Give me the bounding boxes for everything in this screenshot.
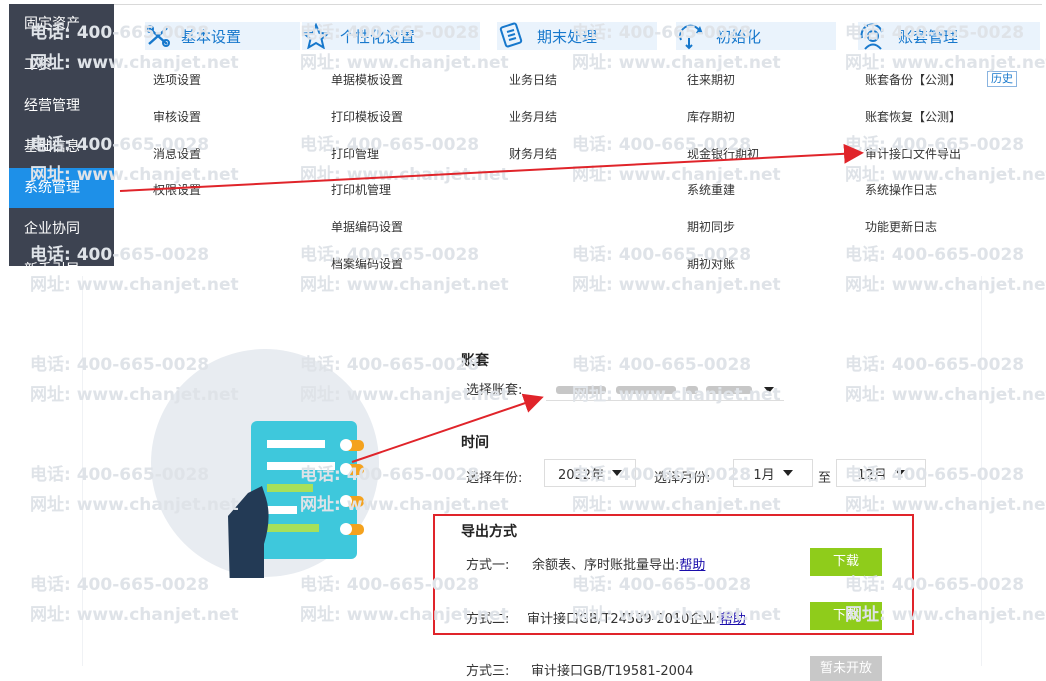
month-to-value: 12月 [857,467,887,483]
menu-item-business-monthly-close[interactable]: 业务月结 [509,108,557,125]
annotation-highlight-box [433,514,914,635]
method3-disabled-button: 暂未开放 [810,656,882,681]
menu-head-label: 初始化 [716,27,762,46]
clipboard-illustration [151,349,379,578]
menu-item-account-restore[interactable]: 账套恢复【公测】 [865,108,961,125]
sidebar-item-fixed-assets[interactable]: 固定资产 [9,4,114,44]
clipboard-icon [499,22,523,48]
menu-item-print-management[interactable]: 打印管理 [331,145,379,162]
chevron-down-icon [764,387,774,393]
history-badge[interactable]: 历史 [987,71,1017,87]
menu-head-account-management[interactable]: 账套管理 [858,22,1040,50]
menu-item-print-template[interactable]: 打印模板设置 [331,108,403,125]
menu-item-cash-bank-opening[interactable]: 现金银行期初 [687,145,759,162]
watermark-site: 网址: www.chanjet.net [572,165,781,185]
watermark-phone: 电话: 400-665-0028 [845,245,1025,265]
menu-item-inventory-opening[interactable]: 库存期初 [687,108,735,125]
sidebar-item-enterprise-collaboration[interactable]: 企业协同 [9,209,114,249]
menu-item-system-rebuild[interactable]: 系统重建 [687,181,735,198]
sidebar-item-payroll[interactable]: 工资 [9,45,114,85]
menu-item-audit-settings[interactable]: 审核设置 [153,108,201,125]
menu-head-period-end[interactable]: 期末处理 [497,22,657,50]
account-select[interactable] [546,378,784,401]
top-divider [114,4,1042,5]
menu-item-permission-settings[interactable]: 权限设置 [153,181,201,198]
menu-item-opening-sync[interactable]: 期初同步 [687,218,735,235]
menu-head-label: 账套管理 [898,27,959,46]
menu-item-operation-log[interactable]: 系统操作日志 [865,181,937,198]
sidebar-item-business-management[interactable]: 经营管理 [9,86,114,126]
method3-desc: 审计接口GB/T19581-2004 [531,664,694,679]
menu-item-opening-reconcile[interactable]: 期初对账 [687,255,735,272]
menu-head-basic-settings[interactable]: 基本设置 [145,22,300,50]
chevron-down-icon [782,470,793,476]
menu-item-finance-monthly-close[interactable]: 财务月结 [509,145,557,162]
watermark-phone: 电话: 400-665-0028 [300,135,480,155]
menu-item-ar-ap-opening[interactable]: 往来期初 [687,71,735,88]
user-icon [860,23,883,50]
menu-item-document-template[interactable]: 单据模板设置 [331,71,403,88]
account-label: 选择账套: [466,383,523,398]
menu-item-message-settings[interactable]: 消息设置 [153,145,201,162]
menu-head-personalization[interactable]: 个性化设置 [302,22,480,50]
menu-item-update-log[interactable]: 功能更新日志 [865,218,937,235]
menu-item-printer-management[interactable]: 打印机管理 [331,181,391,198]
sidebar-item-basic-info[interactable]: 基础信息 [9,127,114,167]
wrench-icon [146,25,170,47]
menu-head-initialization[interactable]: 初始化 [676,22,836,50]
menu-item-options[interactable]: 选项设置 [153,71,201,88]
watermark-site: 网址: www.chanjet.net [300,53,509,73]
year-select[interactable]: 2022年 [544,459,636,487]
menu-item-daily-close[interactable]: 业务日结 [509,71,557,88]
month-from-select[interactable]: 1月 [733,459,813,487]
time-section-title: 时间 [461,435,489,451]
method3-label: 方式三: [466,664,510,679]
sidebar-item-system-management[interactable]: 系统管理 [9,168,114,208]
menu-item-audit-export[interactable]: 审计接口文件导出 [865,145,961,162]
sidebar-item-beginner-guide[interactable]: 新手引导 [9,250,114,266]
year-label: 选择年份: [466,471,523,486]
star-icon [302,23,330,49]
menu-item-archive-numbering[interactable]: 档案编码设置 [331,255,403,272]
menu-head-label: 基本设置 [181,27,242,46]
month-label: 选择月份: [654,471,711,486]
menu-item-account-backup[interactable]: 账套备份【公测】 [865,71,961,88]
sidebar: 固定资产 工资 经营管理 基础信息 系统管理 企业协同 新手引导 [9,4,114,266]
menu-item-document-numbering[interactable]: 单据编码设置 [331,218,403,235]
to-label: 至 [818,471,832,486]
chevron-down-icon [894,470,905,476]
menu-head-label: 期末处理 [537,27,598,46]
watermark-site: 网址: www.chanjet.net [845,53,1046,73]
menu-head-label: 个性化设置 [340,27,416,46]
refresh-icon [679,24,703,50]
month-to-select[interactable]: 12月 [836,459,926,487]
chevron-down-icon [612,470,623,476]
month-from-value: 1月 [753,467,775,483]
year-value: 2022年 [557,467,605,483]
account-section-title: 账套 [461,353,489,369]
watermark-site: 网址: www.chanjet.net [572,53,781,73]
